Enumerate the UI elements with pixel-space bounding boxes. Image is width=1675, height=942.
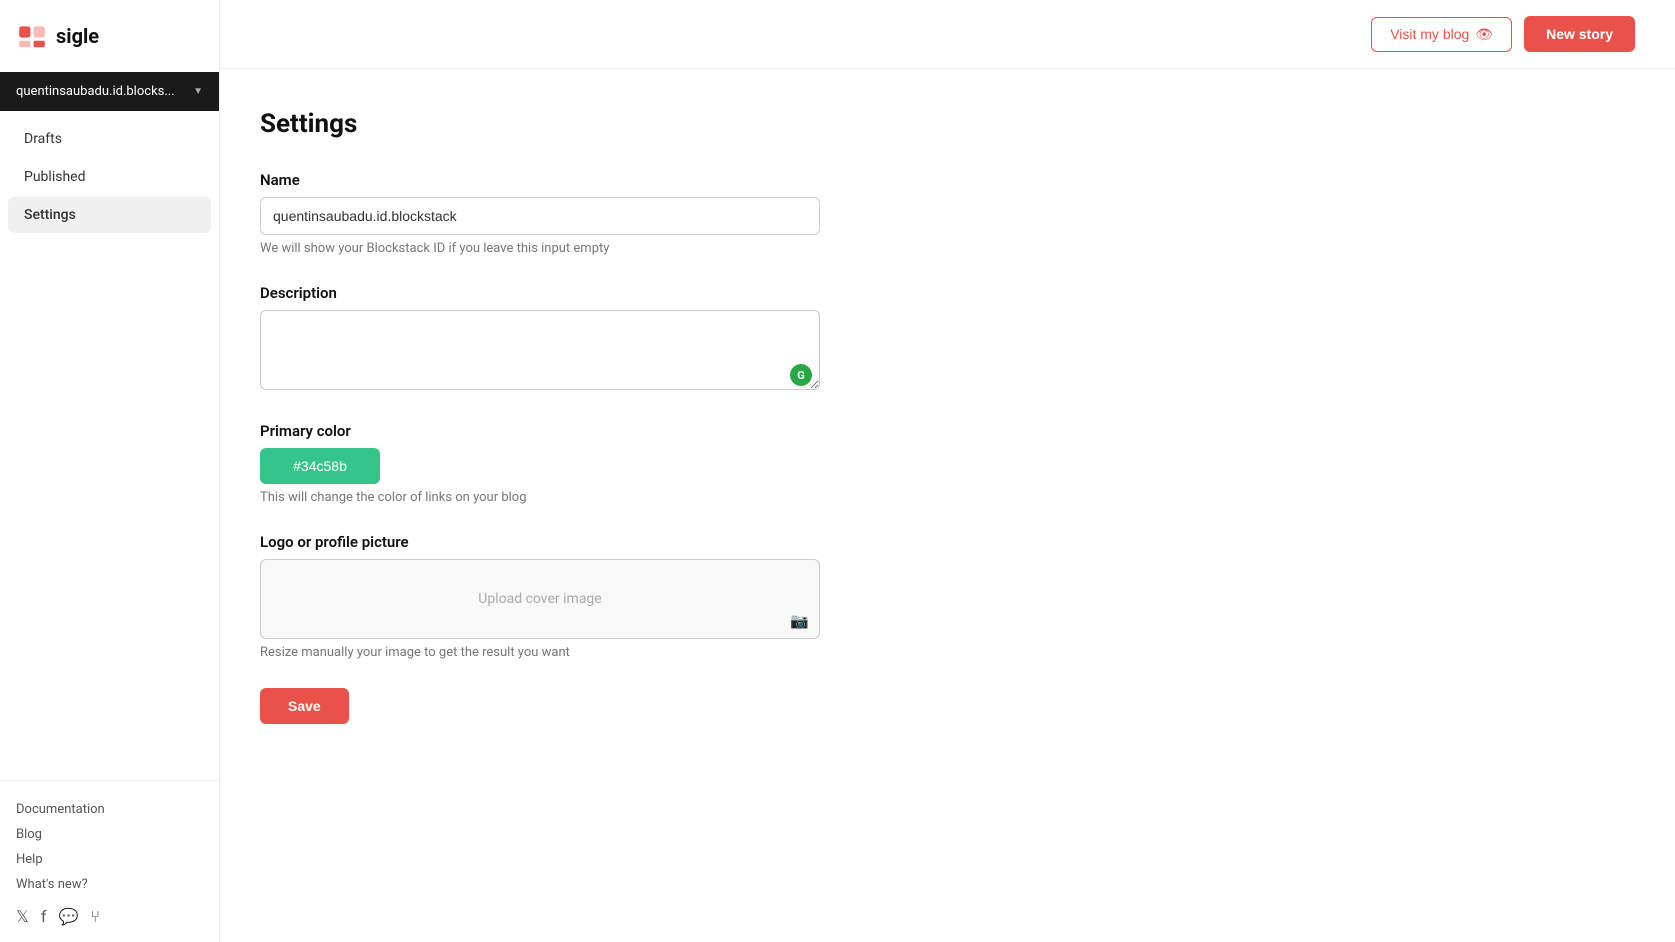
name-hint: We will show your Blockstack ID if you l… bbox=[260, 241, 1080, 256]
name-label: Name bbox=[260, 171, 1080, 189]
primary-color-hint: This will change the color of links on y… bbox=[260, 490, 1080, 505]
upload-cover-button[interactable]: Upload cover image 📷 bbox=[260, 559, 820, 639]
sidebar-item-drafts[interactable]: Drafts bbox=[8, 121, 211, 157]
main-content: Visit my blog 👁 New story Settings Name … bbox=[220, 0, 1675, 942]
primary-color-section: Primary color #34c58b This will change t… bbox=[260, 422, 1080, 505]
page-title: Settings bbox=[260, 109, 1080, 139]
github-icon[interactable]: ⑂ bbox=[90, 907, 100, 926]
app-name: sigle bbox=[56, 24, 99, 48]
chevron-down-icon: ▼ bbox=[193, 86, 203, 97]
account-selector[interactable]: quentinsaubadu.id.blocks... ▼ bbox=[0, 72, 219, 111]
primary-color-label: Primary color bbox=[260, 422, 1080, 440]
description-textarea[interactable] bbox=[260, 310, 820, 390]
visit-blog-label: Visit my blog bbox=[1390, 26, 1469, 42]
facebook-icon[interactable]: f bbox=[41, 907, 47, 926]
logo-icon bbox=[16, 20, 48, 52]
blog-link[interactable]: Blog bbox=[16, 822, 203, 847]
app-logo[interactable]: sigle bbox=[0, 0, 219, 72]
new-story-button[interactable]: New story bbox=[1524, 16, 1635, 52]
description-textarea-wrap: G bbox=[260, 310, 820, 394]
name-input[interactable] bbox=[260, 197, 820, 235]
documentation-link[interactable]: Documentation bbox=[16, 797, 203, 822]
name-section: Name We will show your Blockstack ID if … bbox=[260, 171, 1080, 256]
logo-section: Logo or profile picture Upload cover ima… bbox=[260, 533, 1080, 660]
whats-new-link[interactable]: What's new? bbox=[16, 872, 203, 897]
logo-label: Logo or profile picture bbox=[260, 533, 1080, 551]
grammarly-icon: G bbox=[790, 364, 812, 386]
chat-icon[interactable]: 💬 bbox=[58, 907, 78, 926]
account-name: quentinsaubadu.id.blocks... bbox=[16, 84, 175, 99]
eye-icon: 👁 bbox=[1475, 26, 1493, 43]
social-links: 𝕏 f 💬 ⑂ bbox=[16, 907, 203, 926]
sidebar-footer: Documentation Blog Help What's new? 𝕏 f … bbox=[0, 780, 219, 942]
sidebar-nav: Drafts Published Settings bbox=[0, 111, 219, 780]
sidebar: sigle quentinsaubadu.id.blocks... ▼ Draf… bbox=[0, 0, 220, 942]
upload-cover-label: Upload cover image bbox=[478, 591, 601, 607]
primary-color-button[interactable]: #34c58b bbox=[260, 448, 380, 484]
visit-blog-button[interactable]: Visit my blog 👁 bbox=[1371, 17, 1512, 52]
sidebar-item-settings[interactable]: Settings bbox=[8, 197, 211, 233]
save-button[interactable]: Save bbox=[260, 688, 349, 724]
description-label: Description bbox=[260, 284, 1080, 302]
description-section: Description G bbox=[260, 284, 1080, 394]
settings-content: Settings Name We will show your Blocksta… bbox=[220, 69, 1120, 764]
topbar: Visit my blog 👁 New story bbox=[220, 0, 1675, 69]
sidebar-item-published[interactable]: Published bbox=[8, 159, 211, 195]
upload-hint: Resize manually your image to get the re… bbox=[260, 645, 1080, 660]
help-link[interactable]: Help bbox=[16, 847, 203, 872]
twitter-icon[interactable]: 𝕏 bbox=[16, 907, 29, 926]
camera-icon: 📷 bbox=[790, 612, 809, 630]
